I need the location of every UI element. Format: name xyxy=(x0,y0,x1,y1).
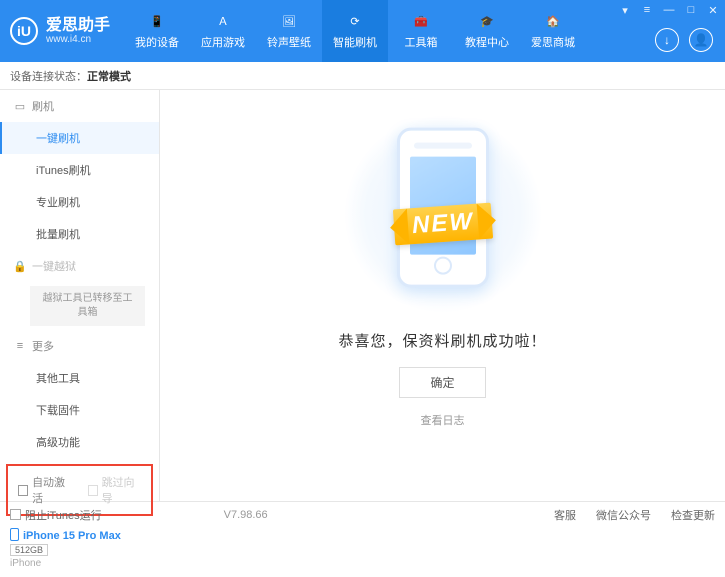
ok-button[interactable]: 确定 xyxy=(399,367,485,398)
update-link[interactable]: 检查更新 xyxy=(671,507,715,523)
close-button[interactable]: ✕ xyxy=(707,4,719,17)
sidebar-item-other[interactable]: 其他工具 xyxy=(0,362,159,394)
account-button[interactable]: 👤 xyxy=(689,28,713,52)
app-logo: iU 爱思助手 www.i4.cn xyxy=(0,0,124,62)
nav-label: 工具箱 xyxy=(405,34,438,50)
nav-label: 爱思商城 xyxy=(531,34,575,50)
nav-my-device[interactable]: 📱 我的设备 xyxy=(124,0,190,62)
app-url: www.i4.cn xyxy=(46,34,110,45)
sidebar-item-oneclick[interactable]: 一键刷机 xyxy=(0,122,159,154)
store-icon: 🏠 xyxy=(543,12,563,30)
nav-store[interactable]: 🏠 爱思商城 xyxy=(520,0,586,62)
storage-badge: 512GB xyxy=(10,544,48,556)
auto-activate-checkbox[interactable]: 自动激活 xyxy=(18,474,72,506)
app-name: 爱思助手 xyxy=(46,17,110,35)
wechat-link[interactable]: 微信公众号 xyxy=(596,507,651,523)
sidebar-group-more[interactable]: ≡ 更多 xyxy=(0,330,159,362)
nav-label: 智能刷机 xyxy=(333,34,377,50)
sidebar-item-itunes[interactable]: iTunes刷机 xyxy=(0,154,159,186)
support-link[interactable]: 客服 xyxy=(554,507,576,523)
status-label: 设备连接状态： xyxy=(10,68,87,84)
nav-wallpaper[interactable]: 🖼 铃声壁纸 xyxy=(256,0,322,62)
version-label: V7.98.66 xyxy=(224,509,268,521)
menu-button[interactable]: ▾ xyxy=(619,4,631,17)
apps-icon: Ａ xyxy=(213,12,233,30)
sidebar-item-download[interactable]: 下载固件 xyxy=(0,394,159,426)
status-value: 正常模式 xyxy=(87,68,131,84)
sidebar-item-pro[interactable]: 专业刷机 xyxy=(0,186,159,218)
device-name: iPhone 15 Pro Max xyxy=(23,530,121,542)
maximize-button[interactable]: □ xyxy=(685,4,697,17)
nav-apps[interactable]: Ａ 应用游戏 xyxy=(190,0,256,62)
nav-label: 应用游戏 xyxy=(201,34,245,50)
main-content: NEW 恭喜您，保资料刷机成功啦！ 确定 查看日志 xyxy=(160,90,725,501)
device-icon: 📱 xyxy=(147,12,167,30)
phone-icon: ▭ xyxy=(14,100,26,112)
nav-tutorial[interactable]: 🎓 教程中心 xyxy=(454,0,520,62)
title-bar: iU 爱思助手 www.i4.cn 📱 我的设备 Ａ 应用游戏 🖼 铃声壁纸 ⟳ 智能刷… xyxy=(0,0,725,62)
view-log-link[interactable]: 查看日志 xyxy=(421,412,465,428)
checkbox-label: 跳过向导 xyxy=(102,474,141,506)
wallpaper-icon: 🖼 xyxy=(279,12,299,30)
new-ribbon: NEW xyxy=(392,203,492,246)
device-icon xyxy=(10,528,19,541)
success-message: 恭喜您，保资料刷机成功啦！ xyxy=(338,330,546,351)
nav-label: 教程中心 xyxy=(465,34,509,50)
tutorial-icon: 🎓 xyxy=(477,12,497,30)
sidebar-group-flash[interactable]: ▭ 刷机 xyxy=(0,90,159,122)
flash-icon: ⟳ xyxy=(345,12,365,30)
group-label: 刷机 xyxy=(32,98,54,114)
nav-flash[interactable]: ⟳ 智能刷机 xyxy=(322,0,388,62)
header-actions: ↓ 👤 xyxy=(655,28,713,52)
sidebar-group-jailbreak: 🔒 一键越狱 xyxy=(0,250,159,282)
sidebar: ▭ 刷机 一键刷机 iTunes刷机 专业刷机 批量刷机 🔒 一键越狱 越狱工具… xyxy=(0,90,160,501)
checkbox-label: 自动激活 xyxy=(32,474,71,506)
group-label: 更多 xyxy=(32,338,54,354)
success-illustration: NEW xyxy=(343,114,543,314)
tray-button[interactable]: ≡ xyxy=(641,4,653,17)
toolbox-icon: 🧰 xyxy=(411,12,431,30)
block-itunes-checkbox[interactable]: 阻止iTunes运行 xyxy=(10,507,102,523)
logo-icon: iU xyxy=(10,17,38,45)
jailbreak-notice: 越狱工具已转移至工具箱 xyxy=(30,286,145,326)
lock-icon: 🔒 xyxy=(14,260,26,272)
skip-guide-checkbox: 跳过向导 xyxy=(88,474,142,506)
download-button[interactable]: ↓ xyxy=(655,28,679,52)
nav-toolbox[interactable]: 🧰 工具箱 xyxy=(388,0,454,62)
group-label: 一键越狱 xyxy=(32,258,76,274)
minimize-button[interactable]: — xyxy=(663,4,675,17)
device-type: iPhone xyxy=(10,558,149,569)
list-icon: ≡ xyxy=(14,340,26,352)
nav-label: 铃声壁纸 xyxy=(267,34,311,50)
nav-label: 我的设备 xyxy=(135,34,179,50)
status-bar: 设备连接状态： 正常模式 xyxy=(0,62,725,90)
device-info[interactable]: iPhone 15 Pro Max 512GB iPhone xyxy=(0,522,159,577)
sidebar-item-batch[interactable]: 批量刷机 xyxy=(0,218,159,250)
sidebar-item-advanced[interactable]: 高级功能 xyxy=(0,426,159,458)
window-controls: ▾ ≡ — □ ✕ xyxy=(619,4,719,17)
checkbox-label: 阻止iTunes运行 xyxy=(25,507,102,523)
